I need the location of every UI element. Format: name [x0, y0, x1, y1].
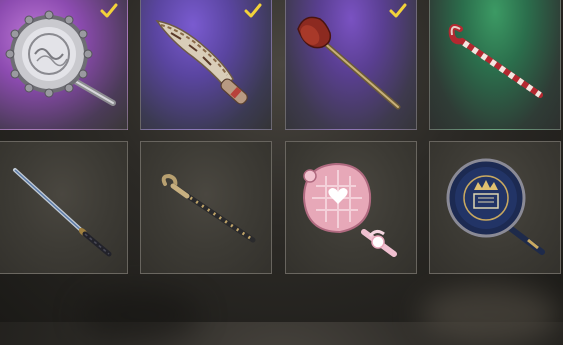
- ornate-cane-icon: [161, 173, 256, 243]
- blue-crown-pan-icon: [446, 158, 545, 255]
- selected-check-icon: [244, 3, 262, 18]
- item-tile-pink-heart-pan[interactable]: [285, 141, 417, 274]
- item-tile-plunger[interactable]: [285, 0, 417, 130]
- candy-cane-crowbar-icon: [448, 24, 543, 98]
- item-tile-silver-pan[interactable]: [0, 0, 128, 130]
- selected-check-icon: [100, 3, 118, 18]
- pink-heart-pan-icon: [302, 162, 397, 257]
- item-tile-blue-crown-pan[interactable]: [429, 141, 561, 274]
- item-tile-katana[interactable]: [0, 141, 128, 274]
- item-tile-machete[interactable]: [140, 0, 272, 130]
- item-tile-candy-cane-crowbar[interactable]: [429, 0, 561, 130]
- inventory-grid: [0, 0, 563, 322]
- selected-check-icon: [389, 3, 407, 18]
- katana-icon: [13, 168, 112, 257]
- item-tile-ornate-cane[interactable]: [140, 141, 272, 274]
